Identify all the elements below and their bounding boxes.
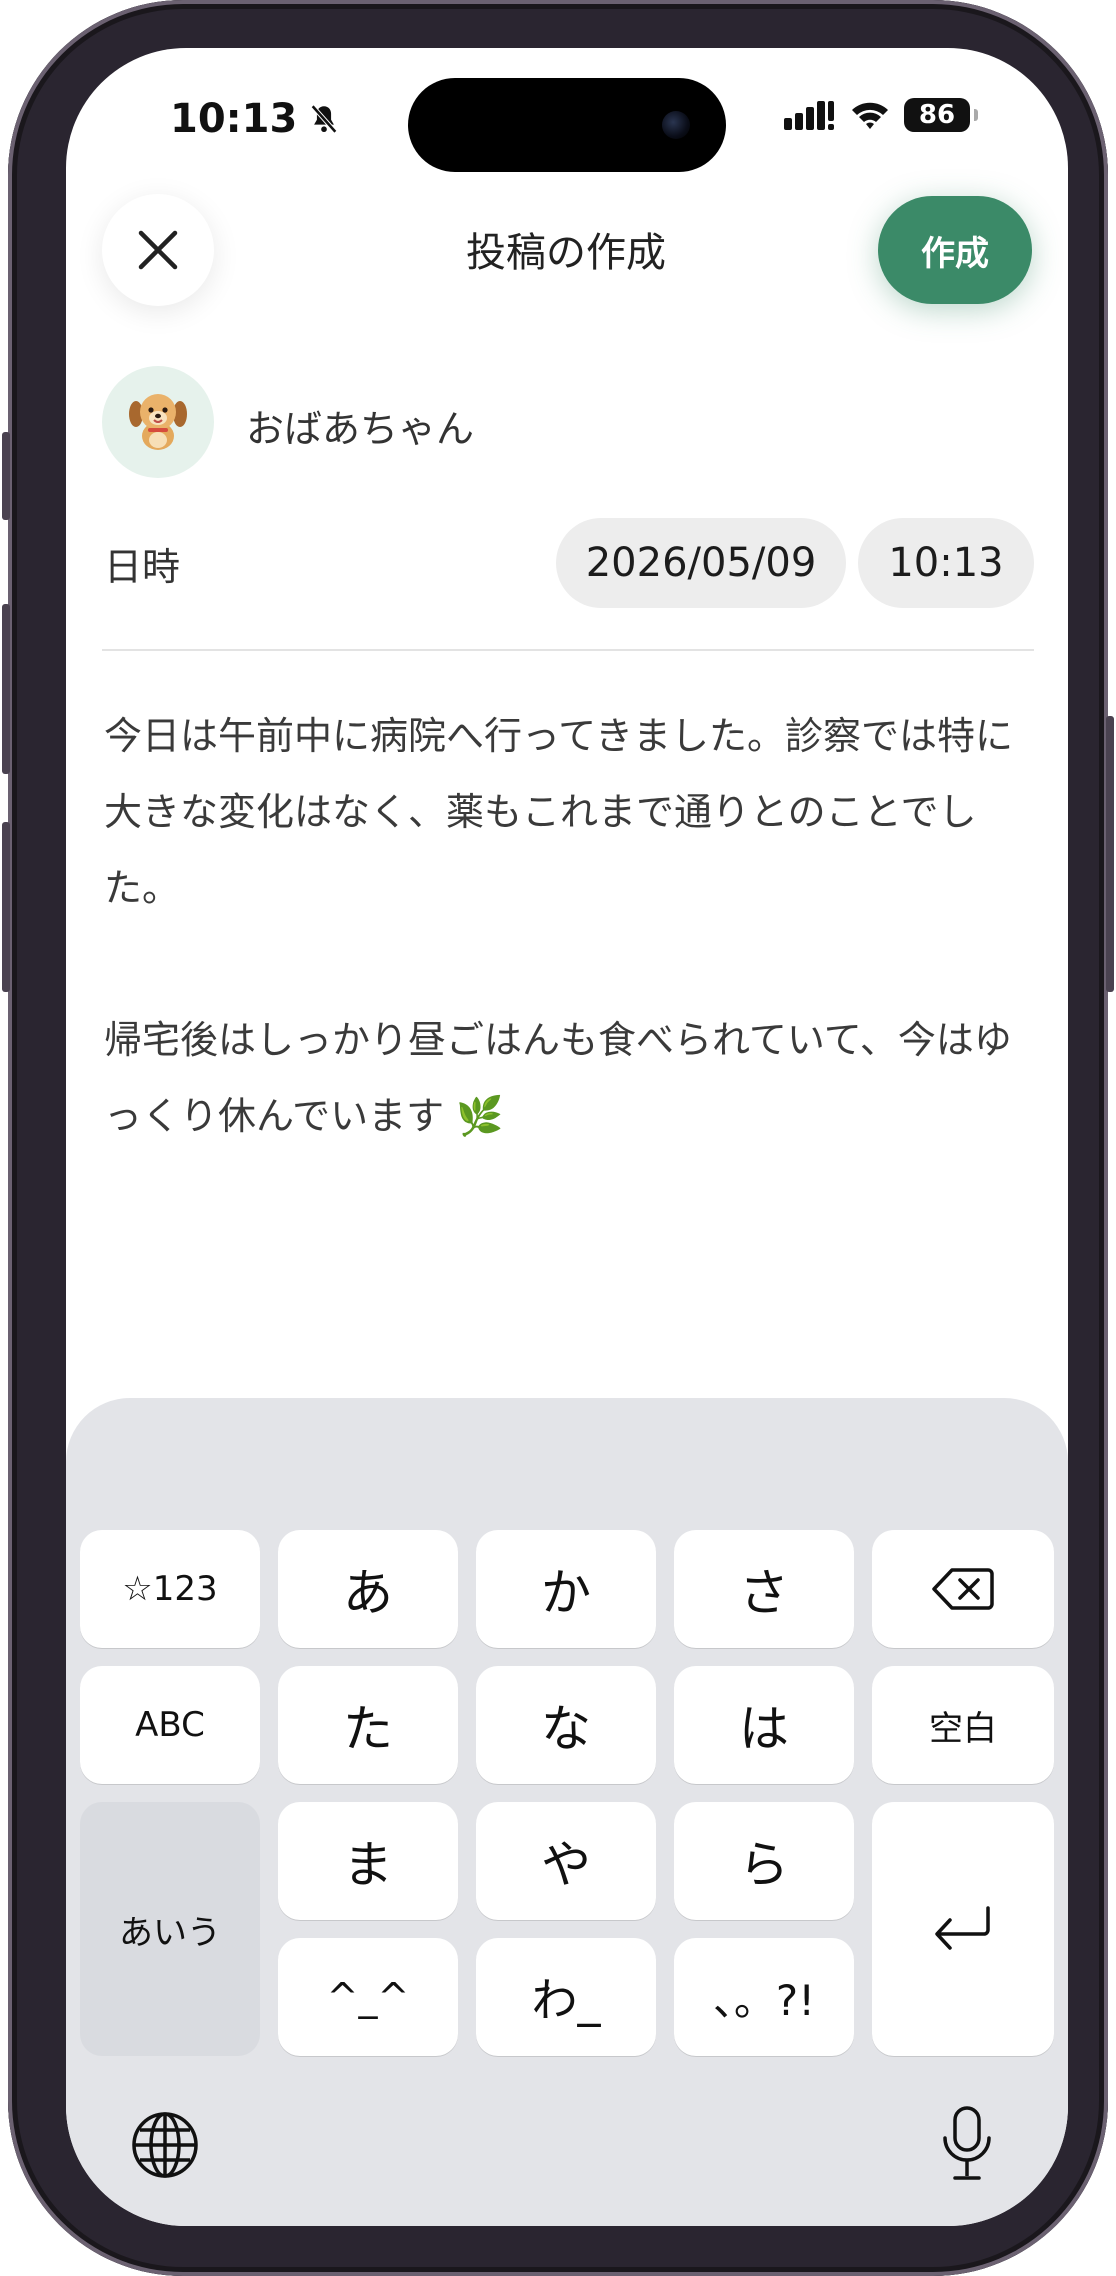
keyboard: ☆123 あ か さ ABC た な は 空白 あいう ま や ら ^_^ わ_…: [66, 1398, 1068, 2226]
key-space[interactable]: 空白: [872, 1666, 1054, 1784]
key-ra[interactable]: ら: [674, 1802, 854, 1920]
battery-indicator: 86: [904, 98, 978, 132]
key-kaomoji[interactable]: ^_^: [278, 1938, 458, 2056]
post-text-area[interactable]: 今日は午前中に病院へ行ってきました。診察では特に大きな変化はなく、薬もこれまで通…: [104, 698, 1034, 1154]
page-title: 投稿の作成: [466, 230, 666, 276]
volume-down-button: [2, 822, 10, 992]
key-a[interactable]: あ: [278, 1530, 458, 1648]
action-button: [2, 432, 10, 520]
create-button[interactable]: 作成: [878, 196, 1032, 304]
return-icon: [935, 1906, 990, 1950]
globe-icon[interactable]: [130, 2110, 200, 2180]
close-icon: [138, 230, 178, 270]
key-ka[interactable]: か: [476, 1530, 656, 1648]
power-button: [1106, 716, 1114, 992]
date-picker[interactable]: 2026/05/09: [556, 518, 846, 608]
post-paragraph: 今日は午前中に病院へ行ってきました。診察では特に大きな変化はなく、薬もこれまで通…: [104, 714, 1013, 910]
key-ha[interactable]: は: [674, 1666, 854, 1784]
cellular-signal-icon: [784, 101, 834, 130]
key-symbols[interactable]: ☆123: [80, 1530, 260, 1648]
key-na[interactable]: な: [476, 1666, 656, 1784]
phone-frame: 10:13 86 投稿の作成 作成 おばあちゃん 日時 2026/05/09 1…: [2, 0, 1114, 2276]
key-wa[interactable]: わ_: [476, 1938, 656, 2056]
post-paragraph: 帰宅後はしっかり昼ごはんも食べられていて、今はゆっくり休んでいます 🌿: [104, 1018, 1012, 1138]
wifi-icon: [852, 102, 888, 129]
key-hiragana[interactable]: あいう: [80, 1802, 260, 2056]
key-abc[interactable]: ABC: [80, 1666, 260, 1784]
author-name: おばあちゃん: [246, 407, 475, 451]
backspace-icon: [932, 1568, 994, 1610]
status-time: 10:13: [170, 96, 341, 142]
close-button[interactable]: [102, 194, 214, 306]
key-ma[interactable]: ま: [278, 1802, 458, 1920]
divider: [102, 649, 1034, 651]
datetime-label: 日時: [104, 545, 181, 589]
dynamic-island: [408, 78, 726, 172]
key-ta[interactable]: た: [278, 1666, 458, 1784]
avatar[interactable]: [102, 366, 214, 478]
key-backspace[interactable]: [872, 1530, 1054, 1648]
status-time-label: 10:13: [170, 96, 298, 142]
microphone-icon[interactable]: [938, 2104, 996, 2184]
dog-avatar-icon: [129, 394, 187, 450]
silent-bell-icon: [311, 104, 338, 134]
volume-up-button: [2, 604, 10, 774]
time-picker[interactable]: 10:13: [858, 518, 1034, 608]
key-return[interactable]: [872, 1802, 1054, 2056]
key-sa[interactable]: さ: [674, 1530, 854, 1648]
status-icons: 86: [784, 98, 978, 132]
key-punctuation[interactable]: 、。?!: [674, 1938, 854, 2056]
front-camera: [662, 111, 690, 139]
key-ya[interactable]: や: [476, 1802, 656, 1920]
screen: 10:13 86 投稿の作成 作成 おばあちゃん 日時 2026/05/09 1…: [66, 48, 1068, 2226]
